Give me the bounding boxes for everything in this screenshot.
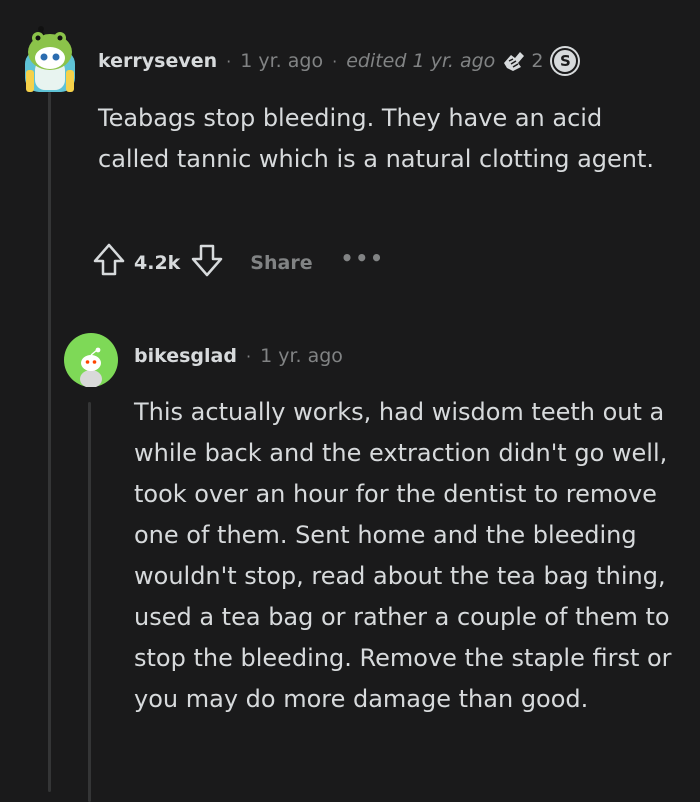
- separator-dot: ·: [245, 346, 252, 366]
- reply-thread-line[interactable]: [88, 402, 91, 802]
- award-icon[interactable]: [501, 49, 527, 73]
- reply-timestamp[interactable]: 1 yr. ago: [260, 345, 343, 367]
- comment-username[interactable]: kerryseven: [98, 50, 217, 72]
- award-count: 2: [531, 50, 544, 72]
- vote-count: 4.2k: [134, 251, 181, 274]
- more-options-button[interactable]: •••: [341, 246, 385, 270]
- comment-thread-line[interactable]: [48, 92, 51, 792]
- silver-award-badge[interactable]: S: [552, 48, 579, 74]
- comment-meta: kerryseven · 1 yr. ago · edited 1 yr. ag…: [98, 48, 579, 74]
- kerryseven-avatar[interactable]: [22, 26, 78, 96]
- comment-actions: 4.2k Share •••: [92, 242, 385, 283]
- reply-meta: bikesglad · 1 yr. ago: [134, 345, 343, 367]
- comment-body: Teabags stop bleeding. They have an acid…: [98, 104, 655, 173]
- separator-dot: ·: [332, 51, 338, 71]
- upvote-icon[interactable]: [92, 242, 126, 283]
- reply-body: This actually works, had wisdom teeth ou…: [134, 398, 672, 713]
- reply-username[interactable]: bikesglad: [134, 345, 237, 367]
- bikesglad-avatar[interactable]: [64, 333, 118, 388]
- downvote-icon[interactable]: [190, 242, 224, 283]
- share-button[interactable]: Share: [250, 252, 312, 274]
- comment-timestamp[interactable]: 1 yr. ago: [240, 50, 323, 72]
- separator-dot: ·: [226, 51, 232, 71]
- edited-label: edited 1 yr. ago: [346, 50, 496, 72]
